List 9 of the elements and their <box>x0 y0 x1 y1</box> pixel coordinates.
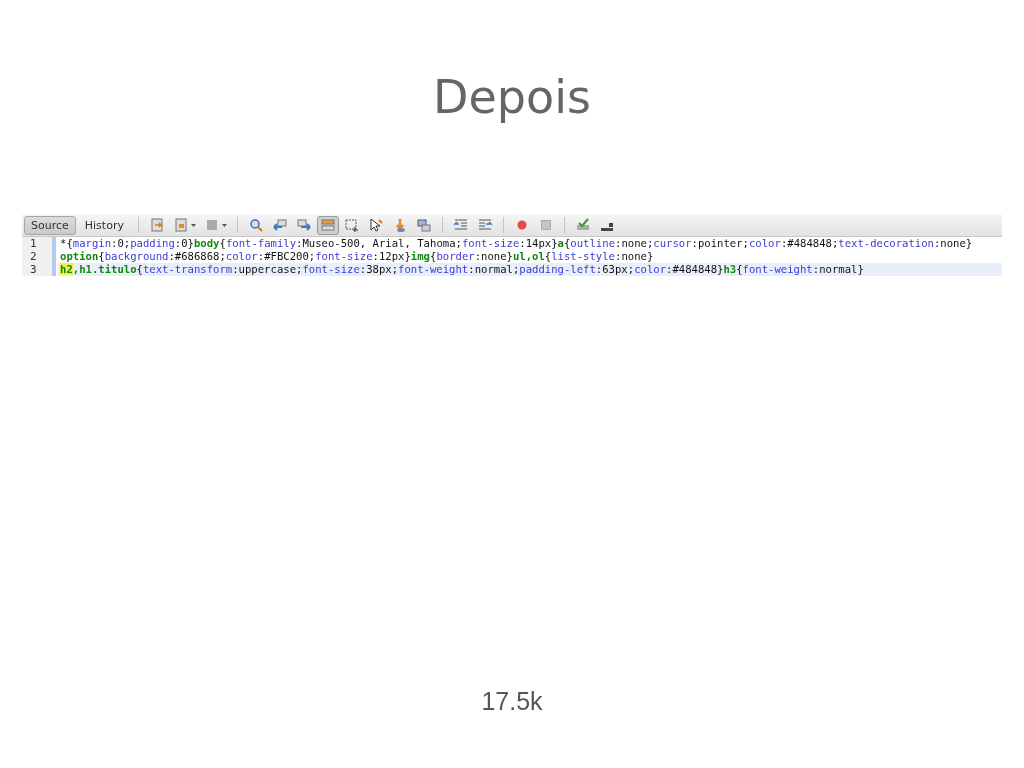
editor-tab[interactable]: Source <box>24 215 76 235</box>
code-line: option{background:#686868;color:#FBC200;font-size:12px}img{border:none}ul,ol{list-style:none} <box>59 250 655 263</box>
code-line: *{margin:0;padding:0}body{font-family:Museo-500, Arial, Tahoma;font-size:14px}a{outline:none;cursor:pointer;color:#484848;text-decoration:none} <box>59 237 974 250</box>
line-number: 3 <box>22 263 52 276</box>
slide-footer: 17.5k <box>481 687 543 716</box>
editor-tab[interactable]: History <box>77 215 131 235</box>
slide-title: Depois <box>433 69 591 126</box>
line-number: 2 <box>22 250 52 263</box>
line-number: 1 <box>22 237 52 250</box>
